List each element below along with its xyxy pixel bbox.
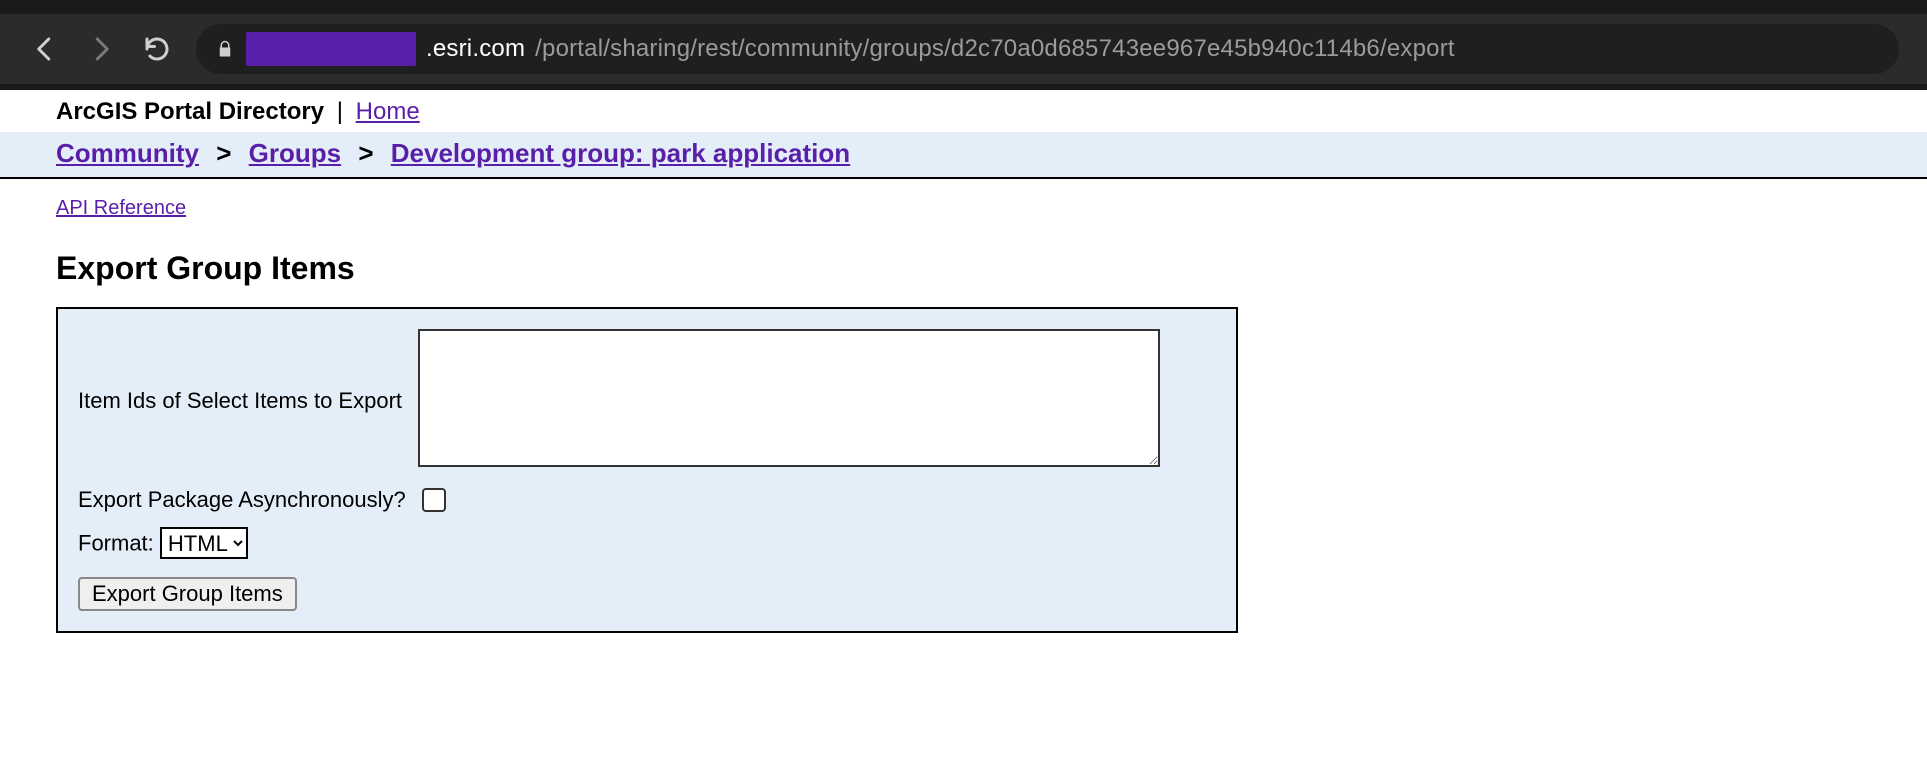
address-bar[interactable]: .esri.com/portal/sharing/rest/community/… xyxy=(196,24,1899,74)
breadcrumb-sep: > xyxy=(358,138,373,168)
breadcrumb-community[interactable]: Community xyxy=(56,138,199,168)
back-icon[interactable] xyxy=(28,32,62,66)
api-reference-link[interactable]: API Reference xyxy=(56,197,186,219)
redacted-host xyxy=(246,32,416,66)
item-ids-row: Item Ids of Select Items to Export xyxy=(72,323,1166,479)
format-label: Format: xyxy=(78,531,154,556)
async-label: Export Package Asynchronously? xyxy=(72,479,412,521)
item-ids-label: Item Ids of Select Items to Export xyxy=(72,323,412,479)
forward-icon[interactable] xyxy=(84,32,118,66)
directory-header: ArcGIS Portal Directory | Home xyxy=(0,90,1927,132)
url-path-text: /portal/sharing/rest/community/groups/d2… xyxy=(535,35,1455,63)
item-ids-textarea[interactable] xyxy=(418,329,1160,467)
home-link[interactable]: Home xyxy=(356,98,420,125)
breadcrumb-groups[interactable]: Groups xyxy=(249,138,341,168)
export-group-items-button[interactable]: Export Group Items xyxy=(78,577,297,611)
breadcrumb-group-name[interactable]: Development group: park application xyxy=(391,138,850,168)
page-title: Export Group Items xyxy=(56,250,1871,287)
async-row: Export Package Asynchronously? xyxy=(72,479,1166,521)
export-form: Item Ids of Select Items to Export Expor… xyxy=(56,307,1238,633)
browser-chrome: .esri.com/portal/sharing/rest/community/… xyxy=(0,0,1927,90)
breadcrumb-sep: > xyxy=(216,138,231,168)
directory-label: ArcGIS Portal Directory xyxy=(56,98,324,125)
submit-row: Export Group Items xyxy=(72,565,1166,617)
reload-icon[interactable] xyxy=(140,32,174,66)
format-select[interactable]: HTML xyxy=(160,527,248,559)
format-row: Format: HTML xyxy=(72,521,1166,565)
breadcrumb: Community > Groups > Development group: … xyxy=(0,132,1927,179)
async-checkbox[interactable] xyxy=(422,488,446,512)
lock-icon xyxy=(214,38,236,60)
url-host-text: .esri.com xyxy=(426,35,525,63)
separator: | xyxy=(330,98,350,125)
